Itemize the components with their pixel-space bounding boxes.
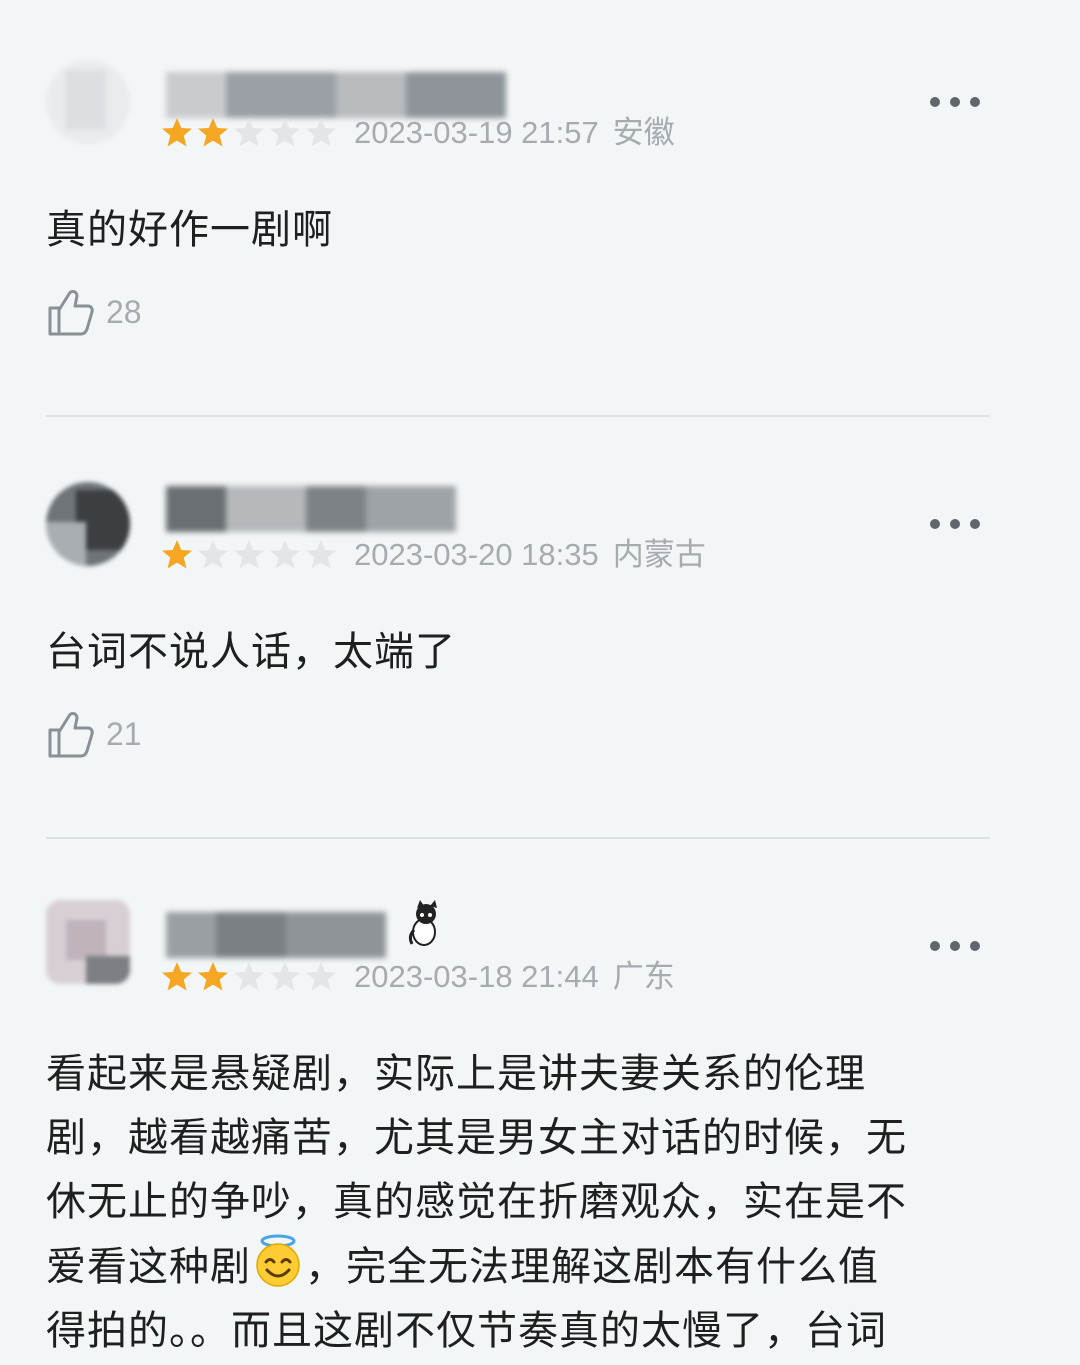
star-rating [160,538,338,572]
more-dots-icon[interactable] [930,518,980,530]
star-empty-icon [234,962,264,991]
halo-smile-emoji-icon [256,1234,300,1287]
star-empty-icon [270,540,300,569]
content-text: ，完全无法理解这剧本有什么值 [305,1244,879,1290]
like-button[interactable]: 21 [46,708,142,760]
star-empty-icon [198,540,228,569]
divider [46,837,990,839]
cat-emoji-icon [408,900,437,946]
review-date: 2023-03-20 18:35 [354,537,599,572]
star-filled-icon [198,118,228,147]
review-location: 广东 [612,959,675,994]
like-count: 28 [106,293,142,330]
more-dots-icon[interactable] [930,96,980,108]
review-meta: 2023-03-20 18:35 内蒙古 [354,538,706,572]
content-line: 休无止的争吵，真的感觉在折磨观众，实在是不 [46,1179,907,1225]
star-empty-icon [234,118,264,147]
content-line: 爱看这种剧 ，完全无法理解这剧本有什么值 [46,1234,996,1299]
star-empty-icon [306,118,336,147]
star-empty-icon [306,540,336,569]
review-date: 2023-03-18 21:44 [354,959,599,994]
thumbs-up-icon [48,712,94,758]
star-filled-icon [162,540,192,569]
star-rating [160,116,338,150]
avatar[interactable] [46,482,130,566]
divider [46,415,990,417]
username-blurred[interactable] [166,72,506,118]
content-line: 剧，越看越痛苦，尤其是男女主对话的时候，无 [46,1115,907,1161]
review-content: 看起来是悬疑剧，实际上是讲夫妻关系的伦理 剧，越看越痛苦，尤其是男女主对话的时候… [46,1042,996,1363]
review-date: 2023-03-19 21:57 [354,115,599,150]
star-empty-icon [270,962,300,991]
review-meta: 2023-03-19 21:57 安徽 [354,116,675,150]
star-rating [160,960,338,994]
star-filled-icon [198,962,228,991]
like-button[interactable]: 28 [46,286,142,338]
review-content: 真的好作一剧啊 [46,207,333,253]
review-content: 台词不说人话，太端了 [46,629,456,675]
review-location: 安徽 [612,115,675,150]
avatar[interactable] [46,900,130,984]
more-dots-icon[interactable] [930,940,980,952]
content-line: 得拍的。。而且这剧不仅节奏真的太慢了，台词 [46,1308,887,1354]
content-line: 看起来是悬疑剧，实际上是讲夫妻关系的伦理 [46,1051,866,1097]
thumbs-up-icon [48,290,94,336]
star-empty-icon [306,962,336,991]
content-text: 爱看这种剧 [46,1244,251,1290]
username-blurred[interactable] [166,912,386,958]
username-blurred[interactable] [166,486,456,532]
star-empty-icon [234,540,264,569]
review-meta: 2023-03-18 21:44 广东 [354,960,675,994]
review-location: 内蒙古 [612,537,706,572]
star-filled-icon [162,118,192,147]
star-filled-icon [162,962,192,991]
star-empty-icon [270,118,300,147]
avatar[interactable] [46,60,130,144]
like-count: 21 [106,715,142,752]
